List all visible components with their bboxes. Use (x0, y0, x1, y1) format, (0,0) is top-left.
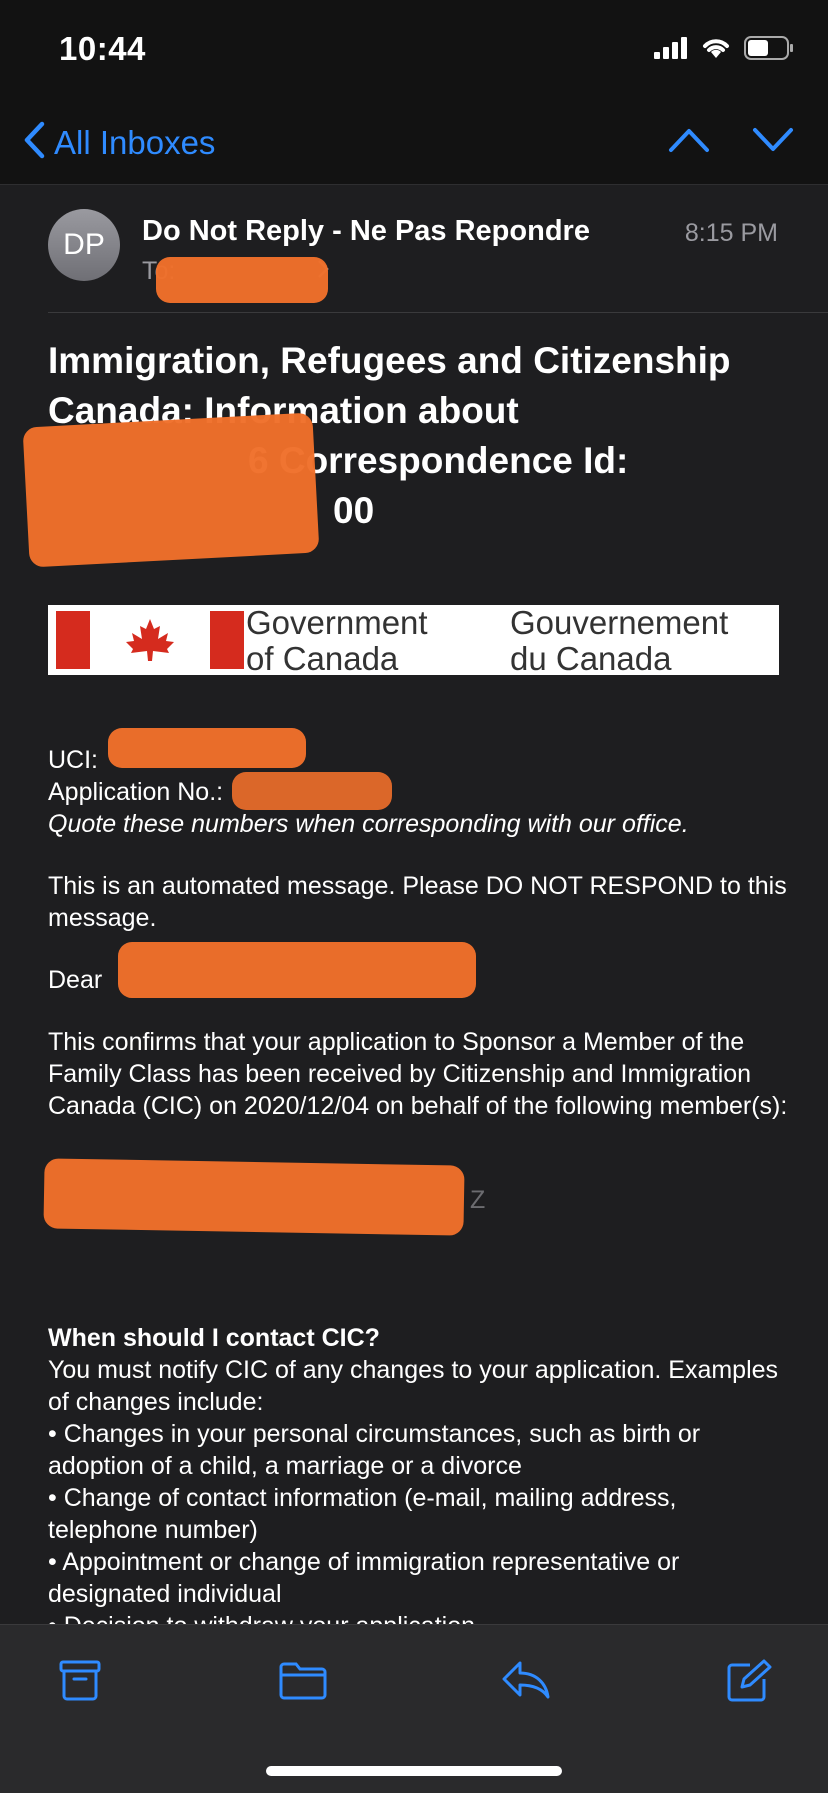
redaction (22, 412, 320, 568)
received-time: 8:15 PM (684, 219, 778, 247)
reply-icon[interactable] (500, 1659, 552, 1706)
subject-line: Immigration, Refugees and Citizenship (48, 340, 731, 381)
chevron-up-icon[interactable] (668, 126, 710, 159)
redaction (108, 728, 306, 768)
contact-intro: You must notify CIC of any changes to yo… (48, 1356, 779, 1416)
wifi-icon (700, 36, 732, 65)
back-label: All Inboxes (54, 123, 216, 161)
status-bar: 10:44 (0, 0, 828, 100)
government-banner: Government of Canada Gouvernement du Can… (48, 604, 779, 677)
status-time: 10:44 (59, 30, 146, 67)
redaction (118, 942, 476, 998)
header-divider (48, 312, 828, 313)
redaction (156, 257, 328, 303)
list-item: • Appointment or change of immigration r… (48, 1548, 680, 1608)
canada-flag-icon (56, 611, 244, 669)
back-button[interactable]: All Inboxes (22, 120, 215, 165)
contact-heading: When should I contact CIC? (48, 1324, 380, 1352)
list-item: • Decision to withdraw your application (48, 1610, 788, 1624)
chevron-down-icon[interactable] (752, 126, 794, 159)
banner-french: Gouvernement du Canada (510, 604, 729, 677)
compose-icon[interactable] (726, 1659, 772, 1708)
quote-note: Quote these numbers when corresponding w… (48, 810, 689, 838)
email-header: DP Do Not Reply - Ne Pas Repondre 8:15 P… (0, 185, 828, 313)
nav-bar: All Inboxes (0, 100, 828, 185)
sender-name[interactable]: Do Not Reply - Ne Pas Repondre (142, 215, 590, 248)
list-item: • Change of contact information (e-mail,… (48, 1484, 677, 1544)
archive-icon[interactable] (58, 1659, 102, 1706)
message-nav (668, 126, 794, 159)
redaction (232, 772, 392, 810)
battery-icon (744, 36, 794, 65)
application-number-line: Application No.: (48, 778, 224, 806)
folder-icon[interactable] (278, 1659, 328, 1706)
home-indicator[interactable] (266, 1766, 562, 1776)
chevron-left-icon (22, 120, 46, 165)
automated-notice: This is an automated message. Please DO … (48, 872, 787, 932)
confirmation-paragraph: This confirms that your application to S… (48, 1028, 788, 1120)
signal-icon (654, 37, 688, 64)
status-icons (654, 36, 794, 65)
list-item: • Changes in your personal circumstances… (48, 1420, 701, 1480)
avatar[interactable]: DP (48, 209, 120, 281)
banner-english: Government of Canada (246, 604, 428, 677)
redaction (43, 1158, 465, 1236)
